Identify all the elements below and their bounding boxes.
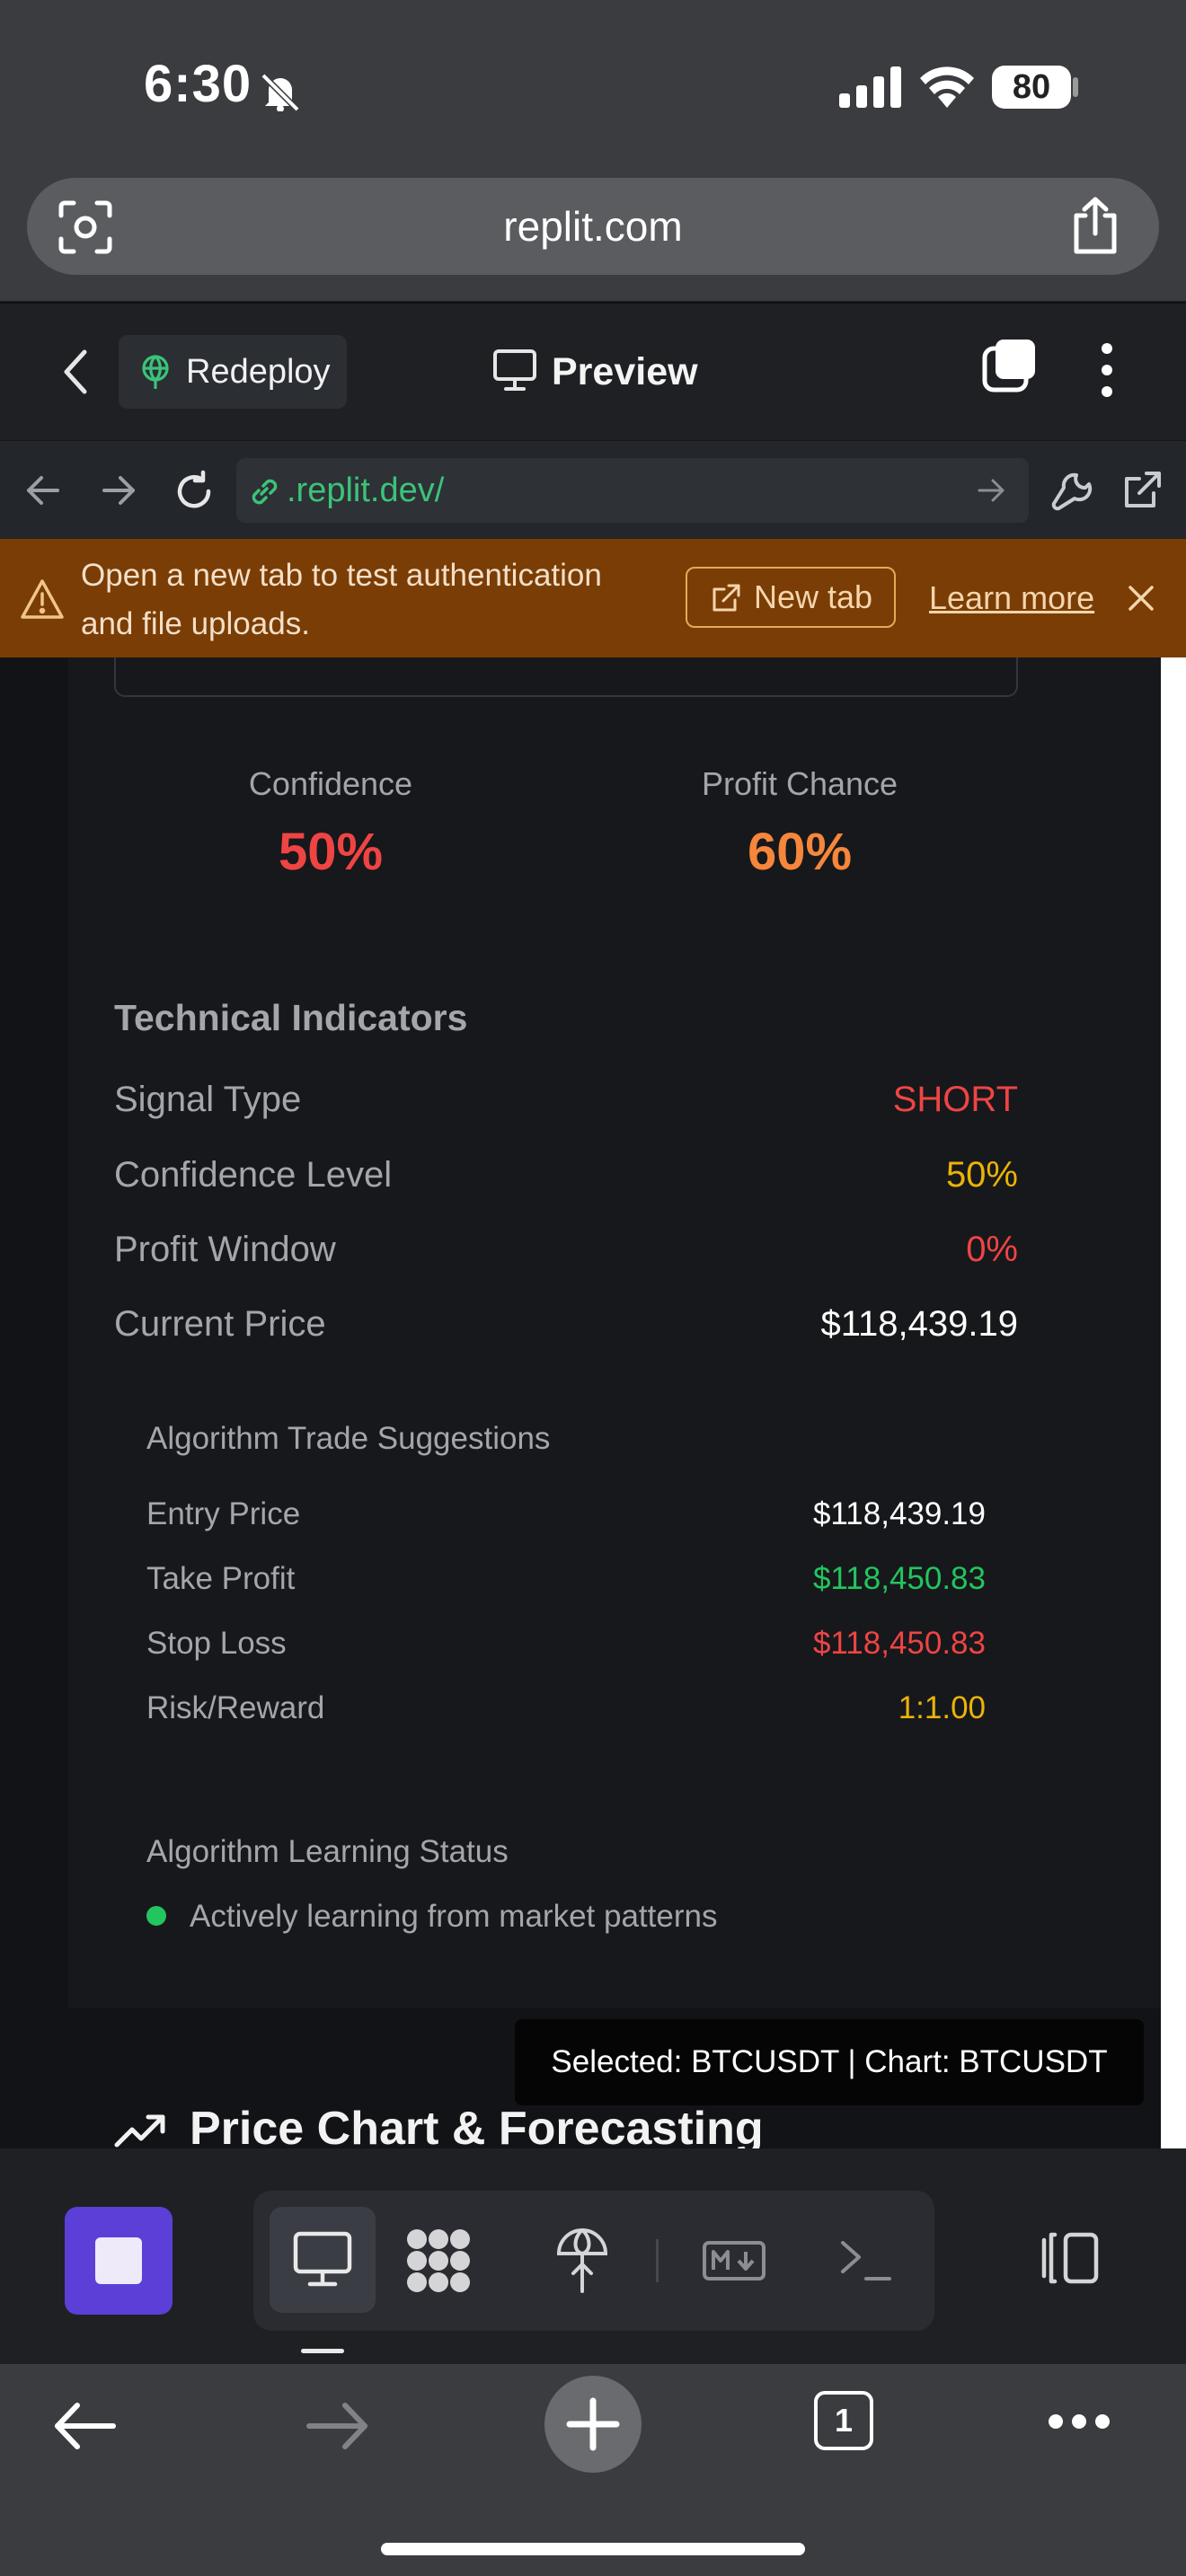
plus-icon bbox=[566, 2397, 620, 2451]
warning-triangle-icon bbox=[20, 578, 65, 620]
suggestion-value: 1:1.00 bbox=[898, 1690, 986, 1725]
cellular-signal-icon bbox=[839, 66, 902, 108]
suggestion-label: Entry Price bbox=[146, 1496, 301, 1531]
url-text[interactable]: replit.com bbox=[0, 178, 1186, 275]
suggestion-value: $118,450.83 bbox=[812, 1626, 986, 1661]
stop-icon bbox=[95, 2237, 142, 2284]
home-indicator bbox=[381, 2543, 805, 2555]
indicator-row: Signal Type SHORT bbox=[114, 1080, 1018, 1134]
go-arrow-icon[interactable] bbox=[977, 478, 1005, 503]
suggestion-row: Take Profit $118,450.83 bbox=[146, 1561, 986, 1606]
previous-panel-edge bbox=[114, 657, 1018, 697]
indicator-label: Profit Window bbox=[114, 1230, 336, 1269]
auth-warning-banner: Open a new tab to test authentication an… bbox=[0, 539, 1186, 657]
learn-more-link[interactable]: Learn more bbox=[929, 539, 1094, 657]
suggestion-row: Stop Loss $118,450.83 bbox=[146, 1626, 986, 1671]
replit-header: Redeploy Preview bbox=[0, 302, 1186, 440]
open-external-icon bbox=[711, 583, 741, 613]
preview-nav-bar: .replit.dev/ bbox=[0, 440, 1186, 540]
back-chevron-icon[interactable] bbox=[59, 348, 92, 395]
silent-bell-icon bbox=[256, 72, 305, 111]
indicator-row: Profit Window 0% bbox=[114, 1230, 1018, 1284]
confidence-label: Confidence bbox=[248, 765, 413, 802]
indicator-row: Confidence Level 50% bbox=[114, 1155, 1018, 1209]
selection-toast-text: Selected: BTCUSDT | Chart: BTCUSDT bbox=[551, 2044, 1108, 2079]
suggestion-value: $118,450.83 bbox=[812, 1561, 986, 1596]
nav-forward-icon[interactable] bbox=[101, 475, 137, 506]
nav-back-icon[interactable] bbox=[25, 475, 61, 506]
trade-suggestions-title: Algorithm Trade Suggestions bbox=[146, 1421, 551, 1456]
wrench-icon[interactable] bbox=[1051, 470, 1093, 511]
indicator-label: Confidence Level bbox=[114, 1155, 393, 1195]
external-link-icon[interactable] bbox=[1121, 470, 1163, 511]
toolbar-divider bbox=[656, 2239, 659, 2282]
status-dot bbox=[146, 1906, 166, 1926]
profit-chance-value: 60% bbox=[747, 823, 853, 881]
tool-tabs bbox=[253, 2191, 934, 2331]
more-vertical-icon[interactable] bbox=[1098, 341, 1116, 399]
safari-top-bar: 6:30 80 replit.com bbox=[0, 0, 1186, 301]
preview-tool-tab[interactable] bbox=[270, 2207, 376, 2313]
markdown-icon[interactable] bbox=[703, 2241, 766, 2280]
browser-forward-icon[interactable] bbox=[305, 2402, 370, 2450]
selection-toast: Selected: BTCUSDT | Chart: BTCUSDT bbox=[515, 2019, 1144, 2105]
redeploy-button[interactable]: Redeploy bbox=[119, 335, 347, 409]
indicator-value: $118,439.19 bbox=[820, 1304, 1018, 1344]
battery-nub bbox=[1073, 77, 1078, 97]
learning-status-title: Algorithm Learning Status bbox=[146, 1834, 509, 1869]
preview-content: Confidence 50% Profit Chance 60% Technic… bbox=[0, 657, 1161, 2148]
active-tab-indicator bbox=[301, 2349, 344, 2353]
suggestion-label: Take Profit bbox=[146, 1561, 296, 1596]
deploy-icon bbox=[138, 355, 173, 389]
indicator-value: SHORT bbox=[892, 1080, 1018, 1119]
scroll-edge bbox=[1161, 657, 1186, 2148]
suggestion-label: Stop Loss bbox=[146, 1626, 287, 1661]
workflows-icon[interactable] bbox=[404, 2227, 473, 2295]
profit-chance-label: Profit Chance bbox=[701, 765, 898, 802]
indicator-row: Current Price $118,439.19 bbox=[114, 1304, 1018, 1358]
learning-status-text: Actively learning from market patterns bbox=[190, 1899, 718, 1934]
preview-title[interactable]: Preview bbox=[552, 304, 698, 440]
more-horizontal-icon[interactable] bbox=[1048, 2413, 1111, 2430]
price-chart-heading-text: Price Chart & Forecasting bbox=[190, 2103, 764, 2148]
new-tab-plus-button[interactable] bbox=[544, 2376, 642, 2473]
share-icon[interactable] bbox=[1069, 196, 1121, 255]
suggestion-value: $118,439.19 bbox=[812, 1496, 986, 1531]
new-tab-label: New tab bbox=[754, 578, 873, 615]
indicator-value: 0% bbox=[966, 1230, 1018, 1269]
preview-address-field[interactable]: .replit.dev/ bbox=[236, 458, 1029, 523]
redeploy-label: Redeploy bbox=[186, 353, 331, 391]
deployments-icon[interactable] bbox=[555, 2227, 609, 2295]
indicator-label: Signal Type bbox=[114, 1080, 302, 1119]
indicator-value: 50% bbox=[945, 1155, 1018, 1195]
technical-indicators-title: Technical Indicators bbox=[114, 997, 468, 1038]
suggestion-row: Entry Price $118,439.19 bbox=[146, 1496, 986, 1541]
monitor-icon bbox=[492, 348, 537, 392]
banner-message: Open a new tab to test authentication an… bbox=[81, 558, 602, 641]
close-icon[interactable] bbox=[1127, 584, 1155, 613]
battery-indicator: 80 bbox=[992, 66, 1071, 109]
safari-bottom-bar: 1 bbox=[0, 2364, 1186, 2576]
tab-count-button[interactable]: 1 bbox=[814, 2391, 873, 2450]
stop-button[interactable] bbox=[65, 2207, 173, 2315]
wifi-icon bbox=[920, 65, 974, 108]
trending-up-icon bbox=[114, 2114, 165, 2148]
confidence-value: 50% bbox=[278, 823, 384, 881]
status-time: 6:30 bbox=[144, 55, 252, 113]
terminal-icon[interactable] bbox=[839, 2237, 893, 2284]
new-tab-button[interactable]: New tab bbox=[686, 567, 896, 628]
suggestion-row: Risk/Reward 1:1.00 bbox=[146, 1690, 986, 1735]
preview-address-text[interactable]: .replit.dev/ bbox=[287, 458, 444, 523]
replit-toolbar bbox=[0, 2148, 1186, 2364]
monitor-icon bbox=[293, 2230, 352, 2288]
browser-back-icon[interactable] bbox=[52, 2402, 117, 2450]
reload-icon[interactable] bbox=[173, 470, 216, 513]
split-view-icon[interactable] bbox=[1035, 2231, 1100, 2285]
suggestion-label: Risk/Reward bbox=[146, 1690, 325, 1725]
indicator-label: Current Price bbox=[114, 1304, 326, 1344]
link-icon bbox=[247, 474, 281, 508]
tabs-switcher-icon[interactable] bbox=[981, 338, 1039, 395]
